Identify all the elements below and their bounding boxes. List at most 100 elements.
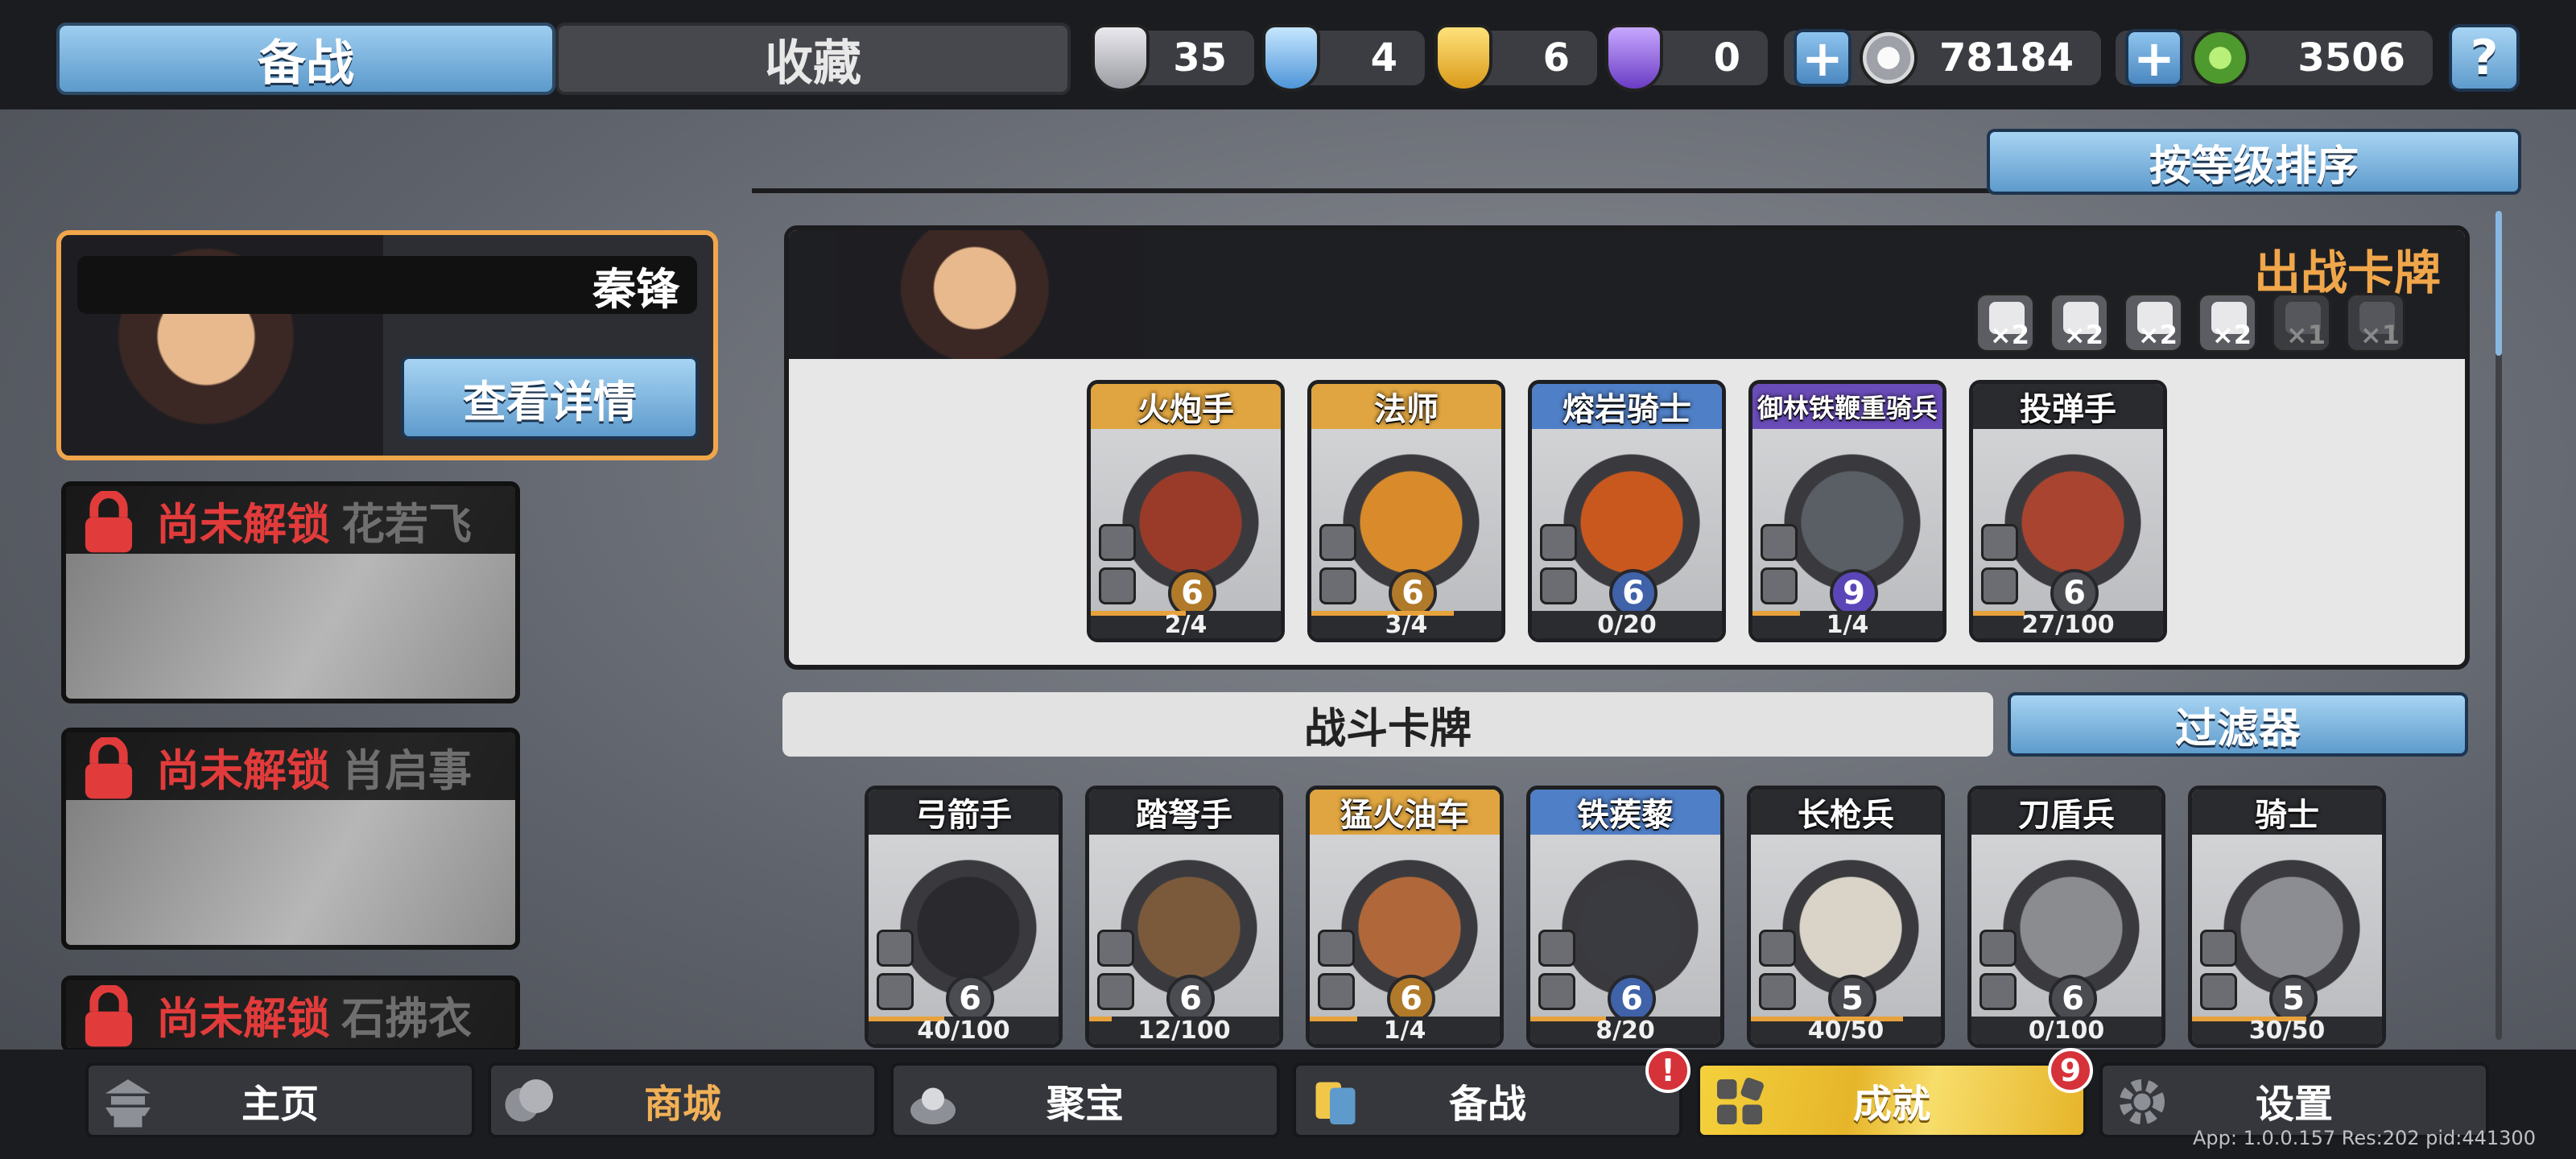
- card-count: 8/20: [1530, 1017, 1720, 1044]
- sort-by-level-button[interactable]: 按等级排序: [1987, 129, 2521, 195]
- currency-value: 78184: [1939, 35, 2074, 80]
- tab-prepare[interactable]: 备战: [56, 23, 555, 95]
- lock-icon: [85, 737, 133, 799]
- scrollbar-thumb[interactable]: [2496, 211, 2502, 356]
- card-name: 熔岩骑士: [1532, 384, 1722, 429]
- nav-shop[interactable]: 商城: [488, 1062, 877, 1138]
- trait-icon: [1318, 930, 1355, 967]
- card-count: 0/20: [1532, 611, 1722, 638]
- locked-hero-card[interactable]: 尚未解锁 肖启事: [61, 728, 520, 950]
- card-progress-fill: [1752, 611, 1800, 616]
- trait-icon: [1979, 973, 2017, 1010]
- pagoda-icon: [105, 1079, 151, 1128]
- locked-hero-card[interactable]: 尚未解锁 花若飞: [61, 481, 520, 703]
- card-count-text: 1/4: [1383, 1016, 1426, 1045]
- card-count-text: 0/20: [1597, 610, 1657, 639]
- trait-badge[interactable]: ×2: [1975, 293, 2035, 353]
- card-name: 刀盾兵: [1971, 790, 2161, 835]
- card-name: 御林铁鞭重骑兵: [1752, 384, 1942, 429]
- currency-value: 3506: [2297, 35, 2405, 80]
- silver-token-icon: [1092, 24, 1150, 92]
- help-button[interactable]: ?: [2449, 24, 2520, 92]
- version-text: App: 1.0.0.157 Res:202 pid:441300: [2193, 1127, 2536, 1149]
- unit-card[interactable]: 踏弩手 6 12/100: [1085, 786, 1283, 1048]
- nav-label: 备战: [1448, 1082, 1526, 1127]
- unit-card[interactable]: 熔岩骑士 6 0/20: [1528, 380, 1726, 642]
- nav-label: 聚宝: [1046, 1082, 1124, 1127]
- tab-collection[interactable]: 收藏: [555, 23, 1071, 95]
- unit-card[interactable]: 长枪兵 5 40/50: [1747, 786, 1945, 1048]
- card-count: 3/4: [1311, 611, 1501, 638]
- trait-count: ×2: [2137, 320, 2178, 350]
- unit-card[interactable]: 法师 6 3/4: [1307, 380, 1505, 642]
- unit-card[interactable]: 御林铁鞭重骑兵 9 1/4: [1748, 380, 1946, 642]
- card-count: 2/4: [1091, 611, 1281, 638]
- trait-icon: [2200, 973, 2237, 1010]
- trait-icon: [1538, 973, 1575, 1010]
- purple-crest-icon: [1605, 24, 1663, 92]
- trait-badge[interactable]: ×2: [2124, 293, 2183, 353]
- nav-treasure[interactable]: 聚宝: [890, 1062, 1280, 1138]
- notification-badge: 9: [2048, 1048, 2093, 1093]
- trait-count: ×2: [2211, 320, 2252, 350]
- unit-card[interactable]: 铁蒺藜 6 8/20: [1526, 786, 1724, 1048]
- unit-card[interactable]: 火炮手 6 2/4: [1087, 380, 1285, 642]
- trait-icon: [1981, 567, 2018, 604]
- add-silver-button[interactable]: +: [1794, 29, 1852, 88]
- add-jade-button[interactable]: +: [2125, 29, 2183, 88]
- trait-icon: [1979, 930, 2017, 967]
- unit-card[interactable]: 投弹手 6 27/100: [1969, 380, 2167, 642]
- trait-badge[interactable]: ×2: [2050, 293, 2109, 353]
- trait-badge[interactable]: ×1: [2272, 293, 2331, 353]
- card-count-text: 0/100: [2028, 1016, 2105, 1045]
- cards-icon: [1315, 1082, 1356, 1124]
- nav-label: 主页: [241, 1082, 319, 1127]
- card-count-text: 3/4: [1385, 610, 1428, 639]
- unit-card[interactable]: 刀盾兵 6 0/100: [1967, 786, 2165, 1048]
- unit-card[interactable]: 骑士 5 30/50: [2188, 786, 2386, 1048]
- treasure-icon: [910, 1087, 956, 1124]
- trait-icon: [2200, 930, 2237, 967]
- selected-hero-card[interactable]: 秦锋 查看详情: [56, 230, 718, 460]
- nav-home[interactable]: 主页: [85, 1062, 475, 1138]
- locked-hero-card[interactable]: 尚未解锁 石拂衣: [61, 975, 520, 1053]
- trait-badge[interactable]: ×2: [2198, 293, 2257, 353]
- card-count: 30/50: [2192, 1017, 2382, 1044]
- trait-count: ×1: [2285, 320, 2326, 350]
- card-name: 踏弩手: [1089, 790, 1279, 835]
- card-name: 法师: [1311, 384, 1501, 429]
- unit-card[interactable]: 弓箭手 6 40/100: [865, 786, 1063, 1048]
- unit-card[interactable]: 猛火油车 6 1/4: [1306, 786, 1504, 1048]
- hero-portrait-small: [837, 230, 1143, 359]
- locked-hero-name: 花若飞: [341, 498, 472, 550]
- view-details-button[interactable]: 查看详情: [401, 356, 699, 439]
- trait-icon: [1761, 524, 1798, 561]
- locked-status: 尚未解锁: [156, 498, 330, 550]
- trait-icon: [1099, 567, 1136, 604]
- lock-icon: [85, 491, 133, 553]
- filter-button[interactable]: 过滤器: [2008, 692, 2468, 757]
- nav-prepare[interactable]: 备战: [1293, 1062, 1682, 1138]
- card-count: 40/50: [1751, 1017, 1941, 1044]
- blue-crystal-icon: [1262, 24, 1320, 92]
- nav-achievements[interactable]: 成就: [1697, 1062, 2087, 1138]
- card-count: 1/4: [1752, 611, 1942, 638]
- nav-label: 成就: [1852, 1082, 1930, 1127]
- trait-icon: [1759, 930, 1796, 967]
- silver-coin-icon: [1860, 29, 1918, 87]
- locked-hero-name: 石拂衣: [341, 992, 472, 1044]
- deck-panel: 出战卡牌 ×2 ×2 ×2 ×2 ×1 ×1 火炮手 6 2/4 法师 6 3/4 熔岩骑士 6 0/20…: [784, 225, 2470, 670]
- card-name: 弓箭手: [869, 790, 1059, 835]
- nav-label: 商城: [643, 1082, 721, 1127]
- trait-icon: [1538, 930, 1575, 967]
- card-name: 长枪兵: [1751, 790, 1941, 835]
- trait-icon: [1099, 524, 1136, 561]
- trait-icon: [1761, 567, 1798, 604]
- trait-count: ×2: [1989, 320, 2029, 350]
- card-count: 0/100: [1971, 1017, 2161, 1044]
- coins-icon: [505, 1079, 553, 1122]
- card-name: 火炮手: [1091, 384, 1281, 429]
- battle-cards-title: 战斗卡牌: [782, 692, 1993, 757]
- card-count: 12/100: [1089, 1017, 1279, 1044]
- trait-badge[interactable]: ×1: [2346, 293, 2405, 353]
